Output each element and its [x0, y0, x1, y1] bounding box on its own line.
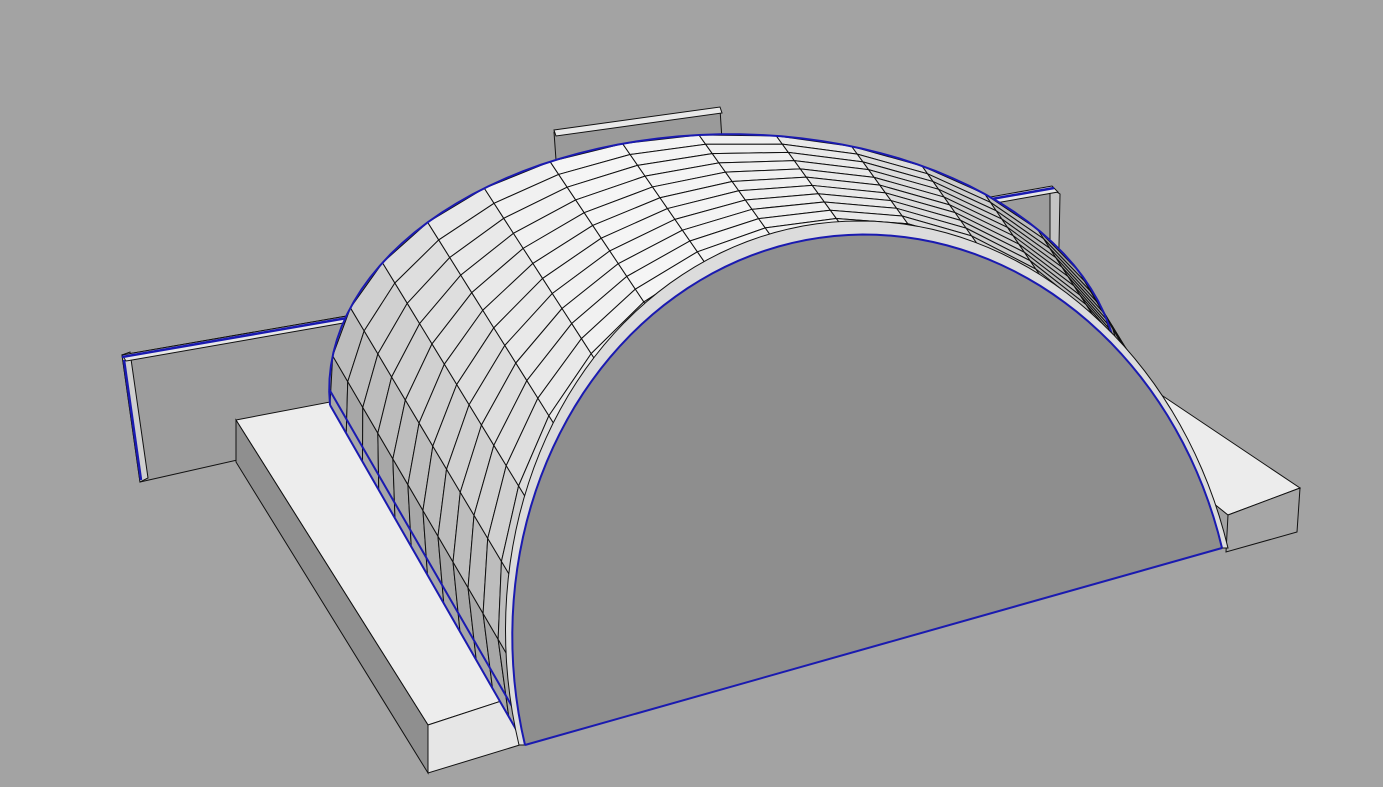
model-scene[interactable]: [0, 0, 1383, 787]
3d-viewport[interactable]: [0, 0, 1383, 787]
